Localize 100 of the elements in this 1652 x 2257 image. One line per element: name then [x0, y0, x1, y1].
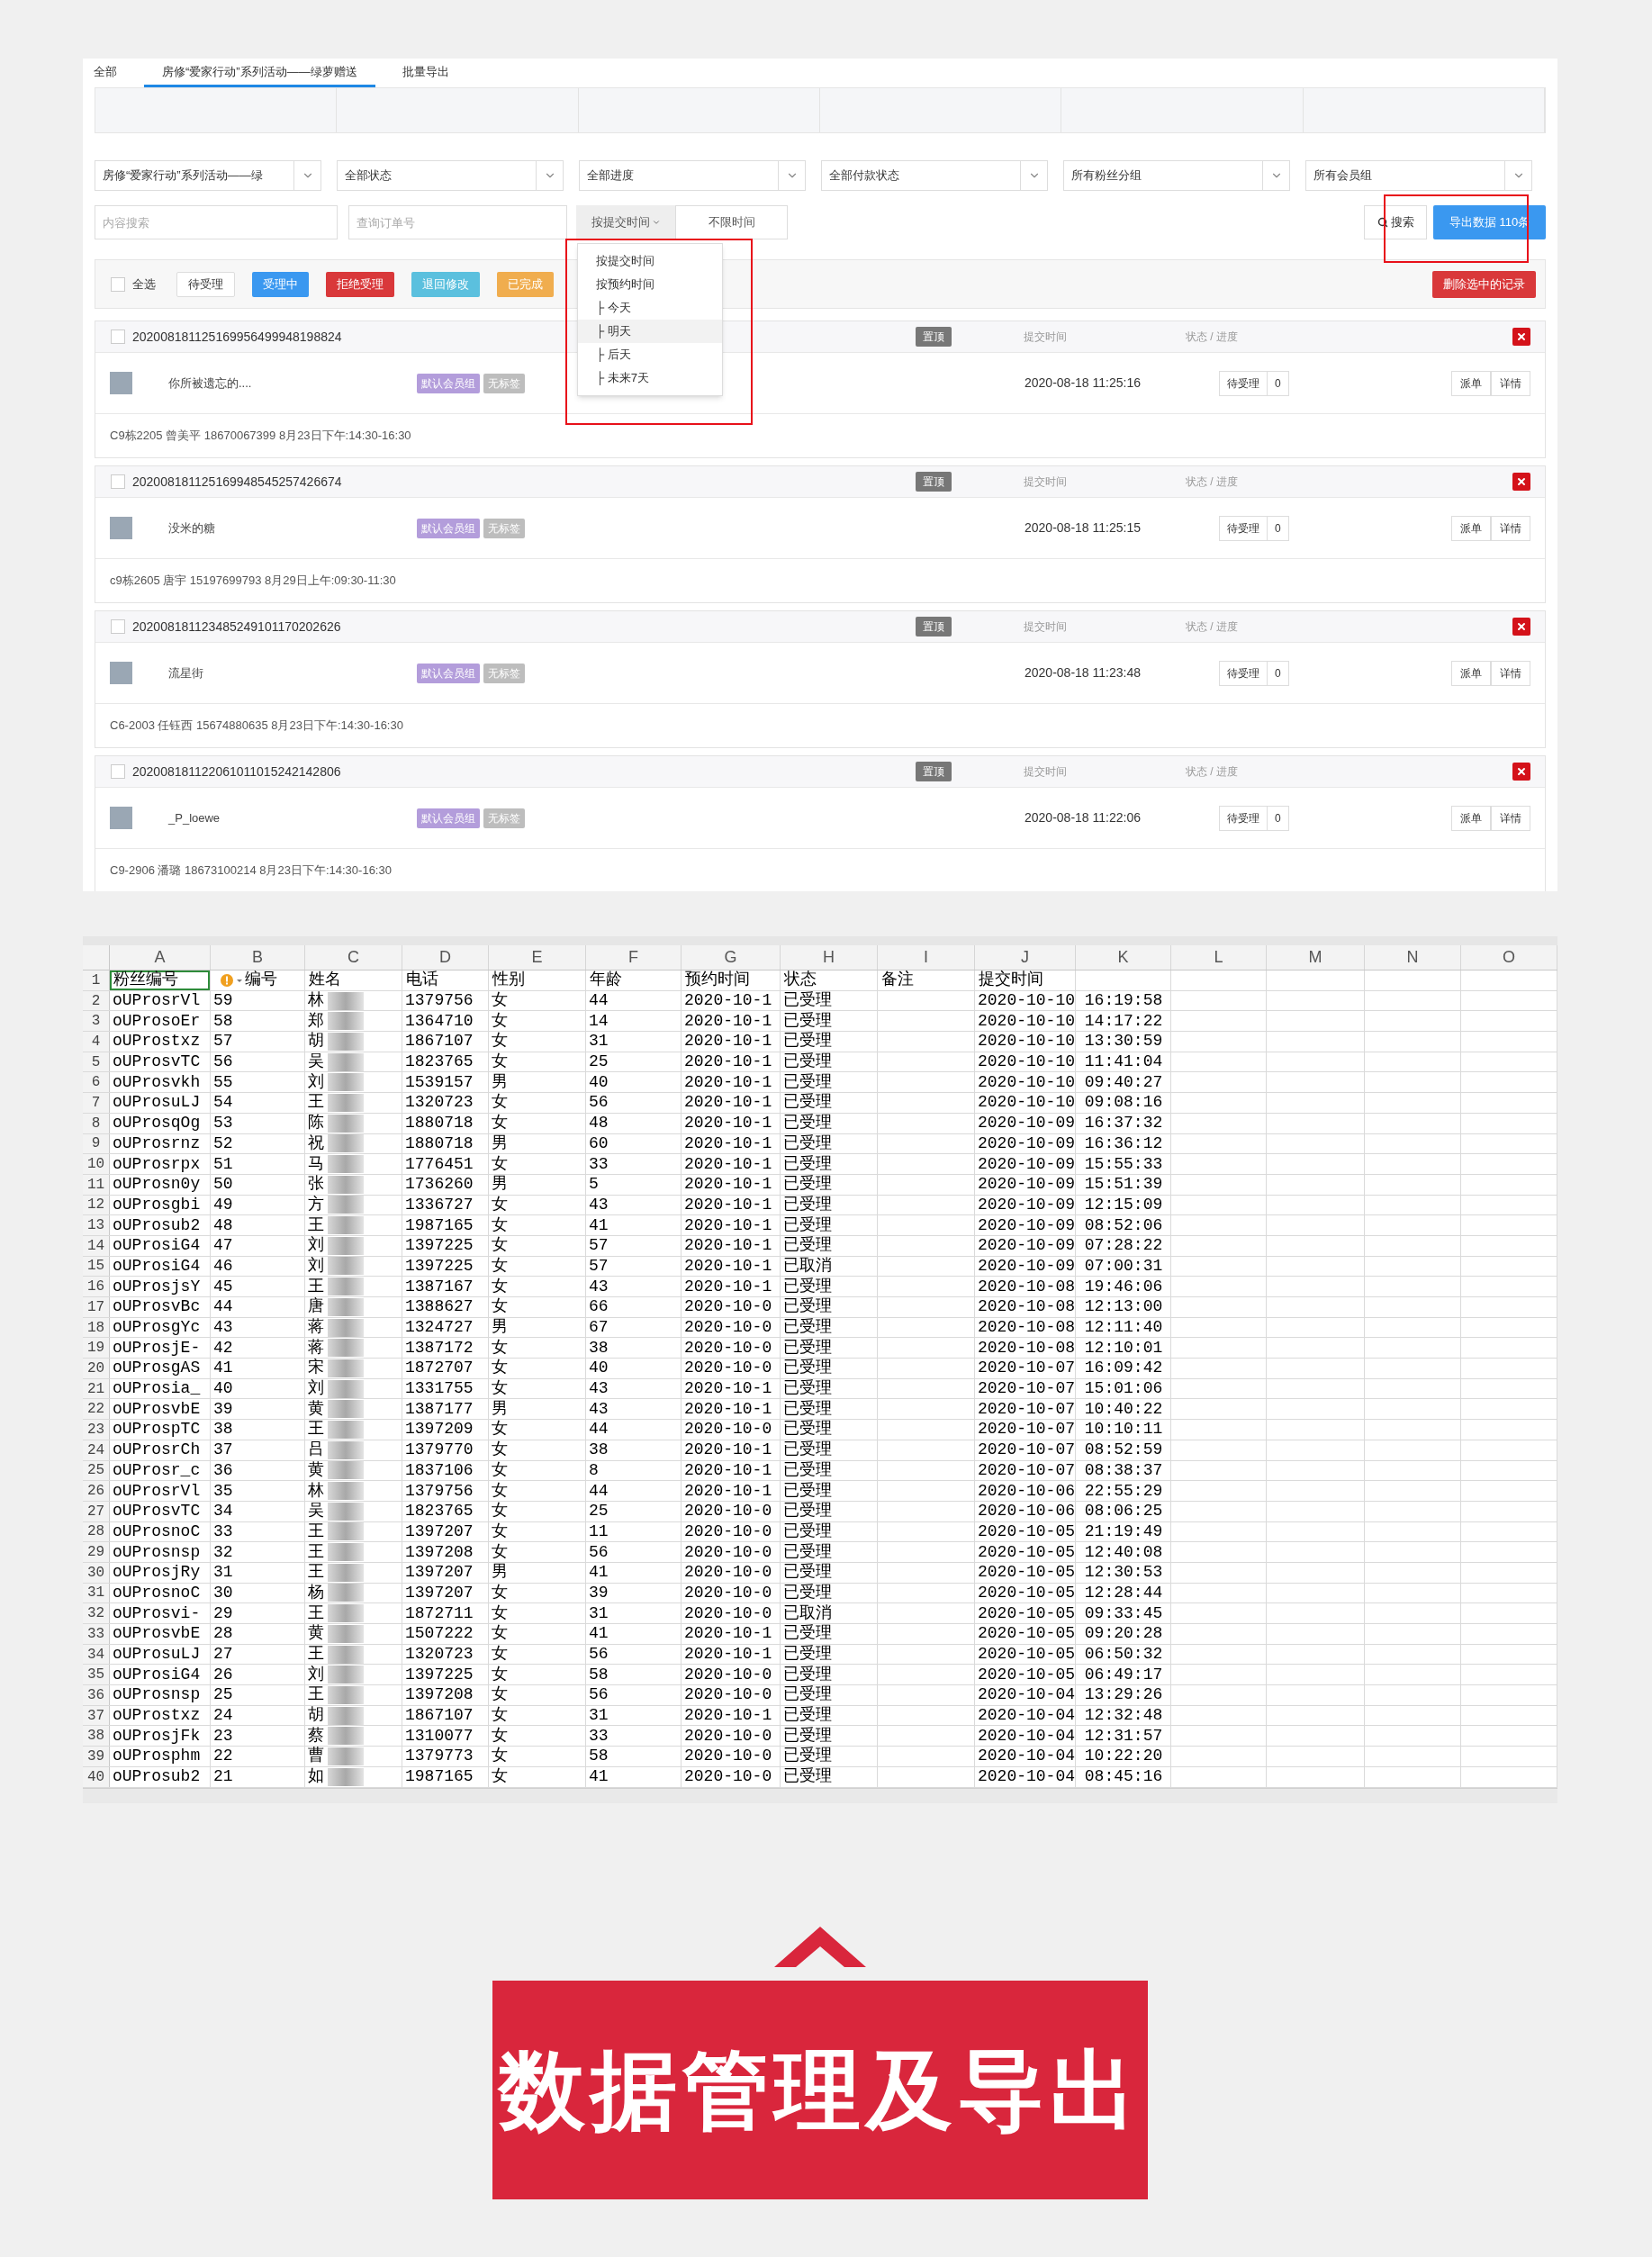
- table-cell-text: 2020-10-10 13:30:59: [977, 1031, 1163, 1052]
- column-letter[interactable]: F: [586, 945, 682, 970]
- tab[interactable]: 批量导出: [398, 59, 453, 87]
- table-cell-text: 1397225: [404, 1255, 474, 1277]
- checkbox[interactable]: [111, 276, 125, 292]
- table-cell-text: 29: [212, 1602, 233, 1624]
- close-button[interactable]: [1512, 763, 1530, 781]
- table-cell-text: 2020-10-09 12:15:09: [977, 1194, 1163, 1215]
- checkbox[interactable]: [111, 330, 125, 344]
- column-letter[interactable]: H: [781, 945, 878, 970]
- table-cell-text: oUProsrVl: [112, 990, 201, 1012]
- status-filter-button[interactable]: 待受理: [176, 271, 235, 297]
- header-cell[interactable]: 性别: [489, 971, 585, 990]
- action-button[interactable]: 详情: [1491, 805, 1530, 831]
- menu-item[interactable]: 按预约时间: [578, 273, 722, 296]
- column-letter[interactable]: I: [878, 945, 975, 970]
- delete-selected-button[interactable]: 删除选中的记录: [1432, 270, 1536, 298]
- filter-select[interactable]: 全部进度: [579, 160, 806, 191]
- checkbox[interactable]: [111, 764, 125, 779]
- column-label: 状态 / 进度: [1186, 764, 1238, 780]
- table-cell-text: 58: [212, 1010, 233, 1032]
- column-letter[interactable]: C: [305, 945, 402, 970]
- close-button[interactable]: [1512, 328, 1530, 346]
- search-button[interactable]: 搜索: [1364, 205, 1427, 239]
- blurred-text: [328, 1685, 364, 1704]
- action-button[interactable]: 派单: [1451, 515, 1491, 541]
- header-cell[interactable]: 状态: [781, 971, 877, 990]
- search-field[interactable]: 内容搜索: [95, 205, 338, 239]
- header-cell[interactable]: 粉丝编号: [110, 971, 210, 990]
- column-letter[interactable]: N: [1365, 945, 1461, 970]
- table-cell-text: 46: [212, 1255, 233, 1277]
- nickname: 流星街: [168, 664, 204, 682]
- row-number: 18: [83, 1317, 110, 1338]
- table-cell-text: 2020-10-09 08:52:06: [977, 1214, 1163, 1236]
- menu-item[interactable]: ├ 后天: [578, 343, 722, 366]
- table-cell-text: 1387172: [404, 1337, 474, 1359]
- action-button[interactable]: 详情: [1491, 515, 1530, 541]
- column-letter[interactable]: G: [682, 945, 781, 970]
- column-letter[interactable]: B: [211, 945, 305, 970]
- column-letter[interactable]: D: [402, 945, 489, 970]
- action-button[interactable]: 详情: [1491, 370, 1530, 396]
- header-cell[interactable]: 提交时间: [975, 971, 1075, 990]
- date-range-field[interactable]: 不限时间: [675, 205, 788, 239]
- pin-button[interactable]: 置顶: [916, 327, 952, 347]
- row-number: 6: [83, 1072, 110, 1093]
- table-cell-text: 已受理: [782, 1214, 832, 1236]
- close-button[interactable]: [1512, 618, 1530, 636]
- filter-select[interactable]: 全部付款状态: [821, 160, 1048, 191]
- table-cell-text: 已受理: [782, 1521, 832, 1542]
- filter-select[interactable]: 所有会员组: [1305, 160, 1532, 191]
- action-button[interactable]: 派单: [1451, 660, 1491, 686]
- table-cell-text: 1336727: [404, 1194, 474, 1215]
- table-cell-text: 49: [212, 1194, 233, 1215]
- pin-button[interactable]: 置顶: [916, 617, 952, 636]
- close-button[interactable]: [1512, 473, 1530, 491]
- checkbox[interactable]: [111, 474, 125, 489]
- table-cell-text: 女: [491, 1725, 508, 1747]
- table-cell-text: 1397208: [404, 1541, 474, 1563]
- filter-select[interactable]: 全部状态: [337, 160, 564, 191]
- action-button[interactable]: 派单: [1451, 805, 1491, 831]
- menu-item[interactable]: 按提交时间: [578, 249, 722, 273]
- menu-item[interactable]: ├ 明天: [578, 320, 722, 343]
- header-cell[interactable]: 年龄: [586, 971, 681, 990]
- table-cell-text: 王: [307, 1276, 324, 1297]
- row-number: 40: [83, 1766, 110, 1787]
- header-cell[interactable]: 预约时间: [682, 971, 780, 990]
- warning-icon[interactable]: [220, 972, 243, 988]
- pin-button[interactable]: 置顶: [916, 472, 952, 492]
- header-cell[interactable]: 姓名: [305, 971, 402, 990]
- filter-select[interactable]: 所有粉丝分组: [1063, 160, 1290, 191]
- column-letter[interactable]: O: [1461, 945, 1557, 970]
- blurred-text: [328, 1032, 364, 1051]
- table-cell-text: oUProsvi-: [112, 1602, 201, 1624]
- time-mode-button[interactable]: 按提交时间: [576, 205, 675, 239]
- tab[interactable]: 全部: [90, 59, 121, 87]
- search-field[interactable]: 查询订单号: [348, 205, 567, 239]
- menu-item[interactable]: ├ 未来7天: [578, 366, 722, 390]
- table-cell-text: oUProsrpx: [112, 1153, 201, 1175]
- pin-button[interactable]: 置顶: [916, 762, 952, 781]
- table-cell-text: 56: [588, 1684, 609, 1706]
- filter-select[interactable]: 房修“爱家行动”系列活动——绿: [95, 160, 321, 191]
- row-number: 10: [83, 1154, 110, 1174]
- table-cell-text: 1776451: [404, 1153, 474, 1175]
- checkbox[interactable]: [111, 619, 125, 634]
- table-cell-text: 已受理: [782, 1419, 832, 1440]
- column-letter[interactable]: E: [489, 945, 586, 970]
- column-letter[interactable]: J: [975, 945, 1076, 970]
- action-button[interactable]: 详情: [1491, 660, 1530, 686]
- column-letter[interactable]: A: [110, 945, 211, 970]
- column-letter[interactable]: L: [1171, 945, 1267, 970]
- table-cell-text: oUProstxz: [112, 1031, 201, 1052]
- header-cell[interactable]: 编号: [211, 971, 304, 990]
- column-letter[interactable]: M: [1267, 945, 1365, 970]
- header-cell[interactable]: 备注: [878, 971, 974, 990]
- table-cell-text: 女: [491, 1052, 508, 1073]
- column-letter[interactable]: K: [1076, 945, 1171, 970]
- menu-item[interactable]: ├ 今天: [578, 296, 722, 320]
- header-cell[interactable]: 电话: [402, 971, 488, 990]
- action-button[interactable]: 派单: [1451, 370, 1491, 396]
- status-filter-button[interactable]: 拒绝受理: [326, 271, 394, 297]
